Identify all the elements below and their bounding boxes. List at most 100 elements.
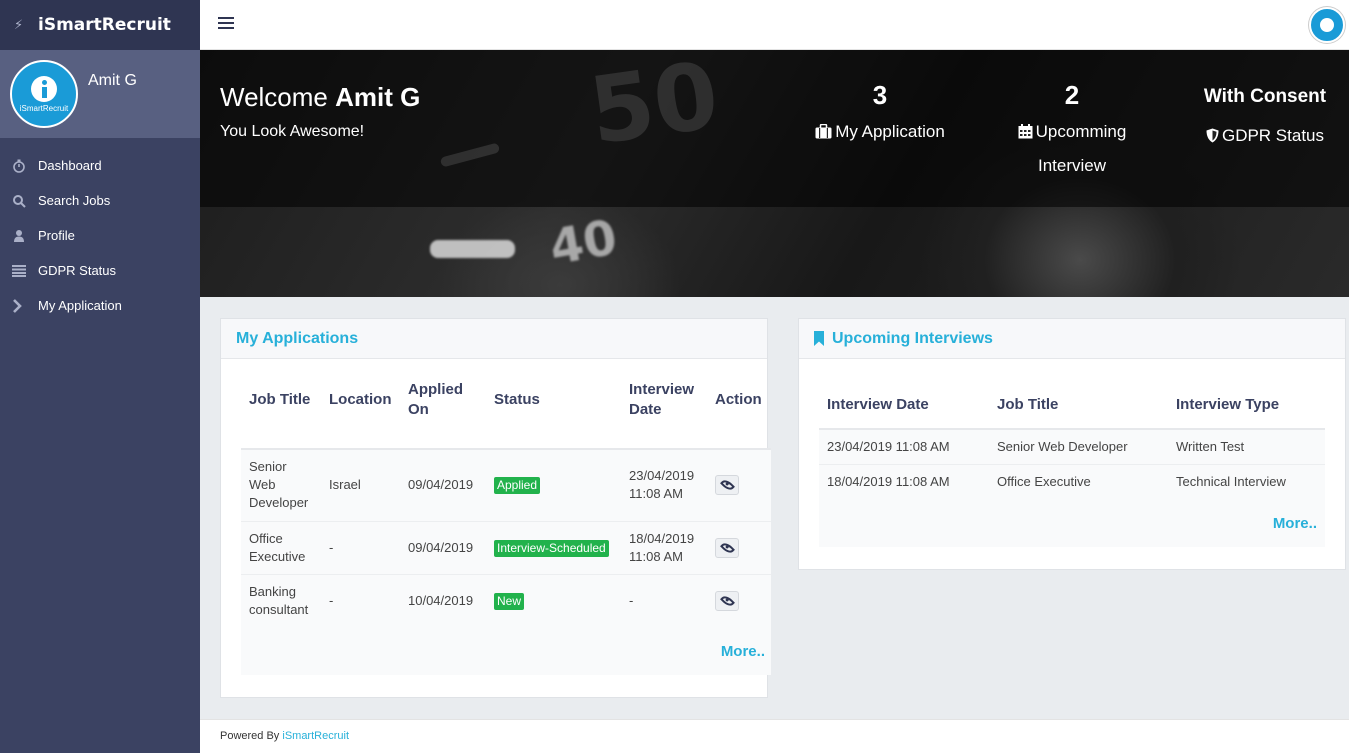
cell-interview-date: 18/04/2019 11:08 AM [621,521,707,575]
status-badge: Interview-Scheduled [494,539,609,557]
footer: Powered By iSmartRecruit [200,719,1349,753]
table-header-row: Job Title Location Applied On Status Int… [241,351,771,450]
panel-title: My Applications [236,329,359,347]
more-row: More.. [819,499,1325,547]
cell-status: Applied [486,449,621,522]
my-applications-panel: My Applications Job Title Location Appli… [220,318,771,698]
cell-location: - [321,574,400,628]
cell-job-title: Office Executive [241,521,321,575]
cell-interview-type: Written Test [1168,429,1325,465]
search-icon [12,194,38,208]
welcome-name: Amit G [335,82,421,112]
hero-decor-line [430,240,515,258]
cell-job-title: Senior Web Developer [241,449,321,522]
sidebar-item-label: My Application [38,298,122,313]
eye-icon [719,540,735,555]
bookmark-icon [814,331,824,346]
stat-interviews[interactable]: 2 Upcomming Interview [1002,80,1142,182]
menu-toggle-icon[interactable] [218,17,234,31]
header-avatar[interactable] [1309,7,1345,43]
cell-interview-date: - [621,574,707,628]
welcome-tagline: You Look Awesome! [220,123,365,140]
interviews-table: Interview Date Job Title Interview Type … [819,381,1325,500]
cell-action [707,449,771,522]
footer-text: Powered By [220,730,280,742]
cell-interview-date: 23/04/2019 11:08 AM [819,429,989,465]
stat-label: GDPR Status [1221,126,1325,145]
sidebar-item-label: Search Jobs [38,193,111,208]
eye-icon [719,477,735,493]
column-header: Interview Date [819,381,989,430]
cell-action [707,521,771,575]
brand-name[interactable]: iSmartRecruit [38,15,171,35]
top-header [200,0,1349,50]
eye-icon [719,593,735,608]
view-button[interactable] [715,475,739,496]
user-icon [12,229,38,243]
cell-action [707,574,771,628]
user-panel: iSmartRecruit Amit G [0,50,200,138]
briefcase-icon [815,118,832,150]
sidebar-item-search-jobs[interactable]: Search Jobs [0,183,200,218]
stat-gdpr[interactable]: With Consent GDPR Status [1190,86,1340,154]
column-header: Interview Type [1168,381,1325,430]
sidebar-item-my-application[interactable]: My Application [0,288,200,323]
column-header: Status [486,351,621,450]
panel-title: Upcoming Interviews [832,329,993,347]
calendar-icon [1018,118,1033,150]
avatar[interactable]: iSmartRecruit [10,60,78,128]
cell-applied-on: 10/04/2019 [400,574,486,628]
column-header: Action [707,351,771,450]
cell-applied-on: 09/04/2019 [400,449,486,522]
cell-interview-date: 23/04/2019 11:08 AM [621,449,707,522]
welcome-heading: Welcome Amit G [220,82,420,113]
cell-interview-type: Technical Interview [1168,464,1325,500]
stat-label-row: My Application [800,116,960,150]
cell-applied-on: 09/04/2019 [400,521,486,575]
logo-icon [31,75,57,102]
cell-status: Interview-Scheduled [486,521,621,575]
table-row: Banking consultant - 10/04/2019 New - [241,574,771,628]
footer-link[interactable]: iSmartRecruit [282,730,349,742]
brand-bar: ⚡ iSmartRecruit [0,0,200,50]
sidebar-item-gdpr-status[interactable]: GDPR Status [0,253,200,288]
status-badge: Applied [494,477,541,495]
sidebar-item-dashboard[interactable]: Dashboard [0,148,200,183]
bolt-icon: ⚡ [14,17,24,33]
column-header: Location [321,351,400,450]
stat-label: My Application [835,122,945,141]
stat-applications[interactable]: 3 My Application [800,80,960,150]
view-button[interactable] [715,590,739,611]
stat-label-line2: Interview [1037,156,1107,175]
applications-table: Job Title Location Applied On Status Int… [241,351,771,628]
cell-interview-date: 18/04/2019 11:08 AM [819,464,989,500]
more-row: More.. [241,627,771,675]
table-header-row: Interview Date Job Title Interview Type [819,381,1325,430]
sidebar-item-label: Profile [38,228,75,243]
logo-icon [1320,18,1334,32]
hero-overlay [200,50,1349,207]
hero-decor-number: 40 [545,209,622,277]
panel-header: Upcoming Interviews [799,319,1345,359]
more-link[interactable]: More.. [721,643,765,660]
welcome-prefix: Welcome [220,82,328,112]
stat-value: With Consent [1203,86,1327,107]
stat-value: 3 [872,80,888,110]
hero-banner: 50 40 Welcome Amit G You Look Awesome! 3… [200,50,1349,297]
sidebar: ⚡ iSmartRecruit iSmartRecruit Amit G Das… [0,0,200,753]
stat-value: 2 [1064,80,1080,110]
avatar-logo-text: iSmartRecruit [19,103,69,113]
table-row: Senior Web Developer Israel 09/04/2019 A… [241,449,771,522]
cell-location: Israel [321,449,400,522]
view-button[interactable] [715,537,739,558]
column-header: Interview Date [621,351,707,450]
user-name: Amit G [88,72,137,89]
column-header: Applied On [400,351,486,450]
stat-label: Upcomming [1035,122,1127,141]
sidebar-item-label: GDPR Status [38,263,117,278]
stopwatch-icon [12,159,38,173]
cell-status: New [486,574,621,628]
column-header: Job Title [241,351,321,450]
more-link[interactable]: More.. [1273,515,1317,532]
sidebar-item-profile[interactable]: Profile [0,218,200,253]
